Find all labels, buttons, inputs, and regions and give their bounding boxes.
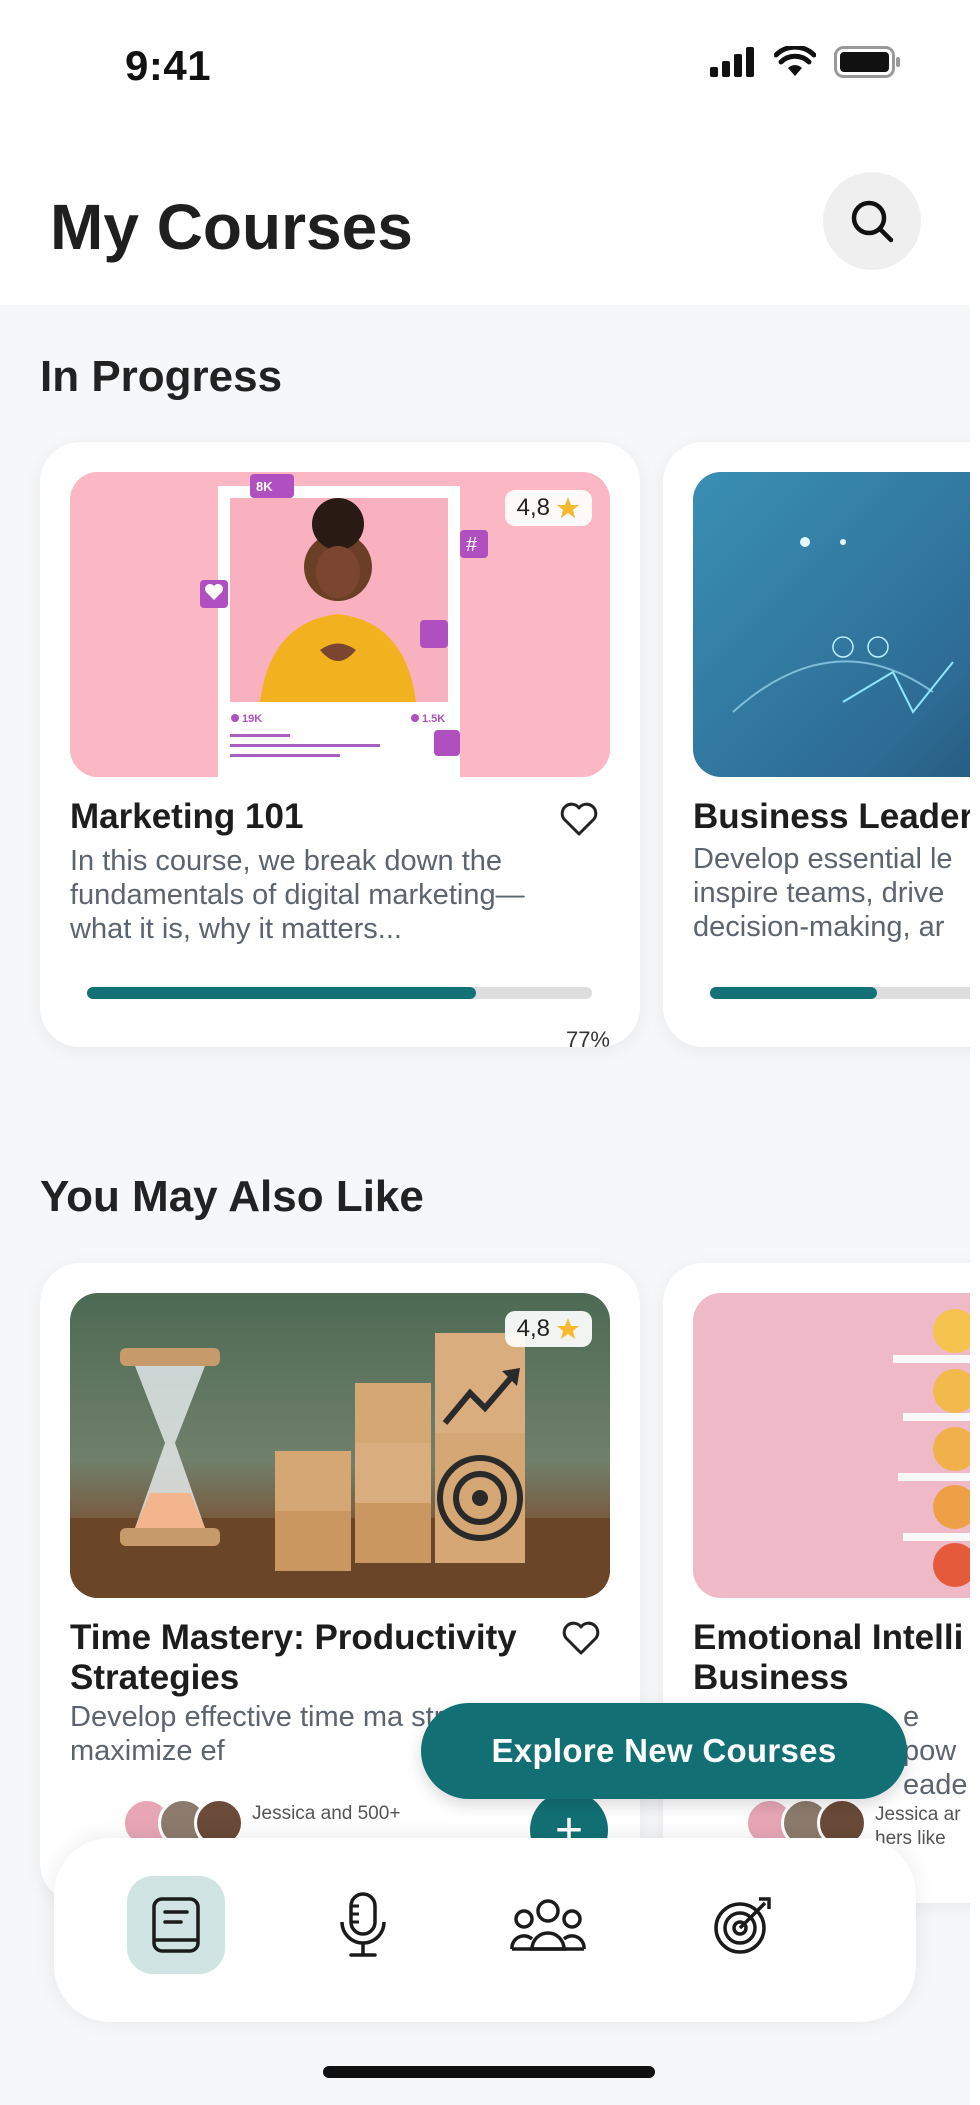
badge-1-5k: 1.5K (422, 713, 445, 725)
rating-badge: 4,8 (504, 1311, 592, 1347)
home-indicator (323, 2066, 655, 2078)
social-proof-text: Jessica ar hers like (875, 1804, 961, 1849)
progress-percent: 77% (565, 1027, 610, 1047)
badge-8k: 8K (256, 479, 273, 494)
badge-hash: # (466, 534, 478, 556)
status-bar: 9:41 (0, 0, 980, 130)
star-icon (557, 1318, 579, 1339)
course-description: In this course, we break down the fundam… (70, 845, 525, 945)
progress-bar (710, 987, 970, 999)
course-title: Emotional Intelli Business (693, 1618, 964, 1697)
course-image-business (693, 472, 970, 777)
search-button[interactable] (823, 172, 921, 270)
business-illustration (732, 537, 954, 714)
status-icons (710, 46, 902, 78)
nav-item-courses[interactable] (127, 1876, 225, 1974)
course-title: Time Mastery: Productivity Strategies (70, 1618, 517, 1697)
course-description: Develop essential le inspire teams, driv… (693, 843, 953, 943)
course-image-time-mastery: 4,8 (70, 1293, 610, 1598)
header: My Courses (0, 130, 980, 305)
rating-value: 4,8 (516, 1315, 550, 1342)
target-icon (714, 1897, 771, 1954)
course-title: Business Leader (693, 797, 970, 836)
wifi-icon (774, 46, 816, 76)
search-icon (851, 200, 894, 243)
favorite-heart-icon[interactable] (560, 1617, 602, 1659)
rating-value: 4,8 (516, 494, 550, 521)
emotion-illustration (893, 1309, 970, 1587)
section-title-you-may-also-like: You May Also Like (40, 1172, 424, 1221)
rating-badge: 4,8 (504, 490, 592, 526)
course-description: e pow eade (903, 1701, 968, 1801)
social-proof-text: Jessica and 500+ (252, 1803, 401, 1824)
section-title-in-progress: In Progress (40, 352, 283, 401)
bottom-navigation (54, 1838, 916, 2022)
nav-item-community[interactable] (499, 1876, 597, 1974)
progress-fill (87, 987, 476, 999)
course-title: Marketing 101 (70, 797, 304, 836)
course-card-business-leader[interactable]: Business Leader Develop essential le ins… (663, 442, 970, 1047)
course-image-emotional (693, 1293, 970, 1598)
battery-icon (834, 46, 900, 78)
status-time: 9:41 (125, 42, 212, 89)
explore-new-courses-button[interactable]: Explore New Courses (421, 1703, 907, 1799)
course-card-marketing-101[interactable]: 8K # 19K 1.5K 4,8 Marketing 101 In this … (40, 442, 640, 1047)
page-title: My Courses (50, 191, 413, 263)
course-card-emotional-intelligence[interactable]: Emotional Intelli Business e pow eade Je… (663, 1263, 970, 1903)
progress-bar (87, 987, 592, 999)
badge-19k: 19K (242, 713, 262, 725)
course-image-marketing: 8K # 19K 1.5K 4,8 (70, 472, 610, 777)
microphone-icon (340, 1892, 386, 1957)
main-content: In Progress 8K # 19K 1.5K 4,8 Marketing … (0, 305, 970, 2105)
nav-item-goals[interactable] (694, 1876, 792, 1974)
favorite-heart-icon[interactable] (558, 798, 600, 840)
book-icon (152, 1897, 200, 1953)
cellular-signal-icon (710, 47, 754, 77)
nav-item-podcasts[interactable] (314, 1876, 412, 1974)
progress-fill (710, 987, 877, 999)
star-icon (557, 497, 579, 518)
course-card-time-mastery[interactable]: 4,8 Time Mastery: Productivity Strategie… (40, 1263, 640, 1903)
community-icon (510, 1899, 586, 1951)
